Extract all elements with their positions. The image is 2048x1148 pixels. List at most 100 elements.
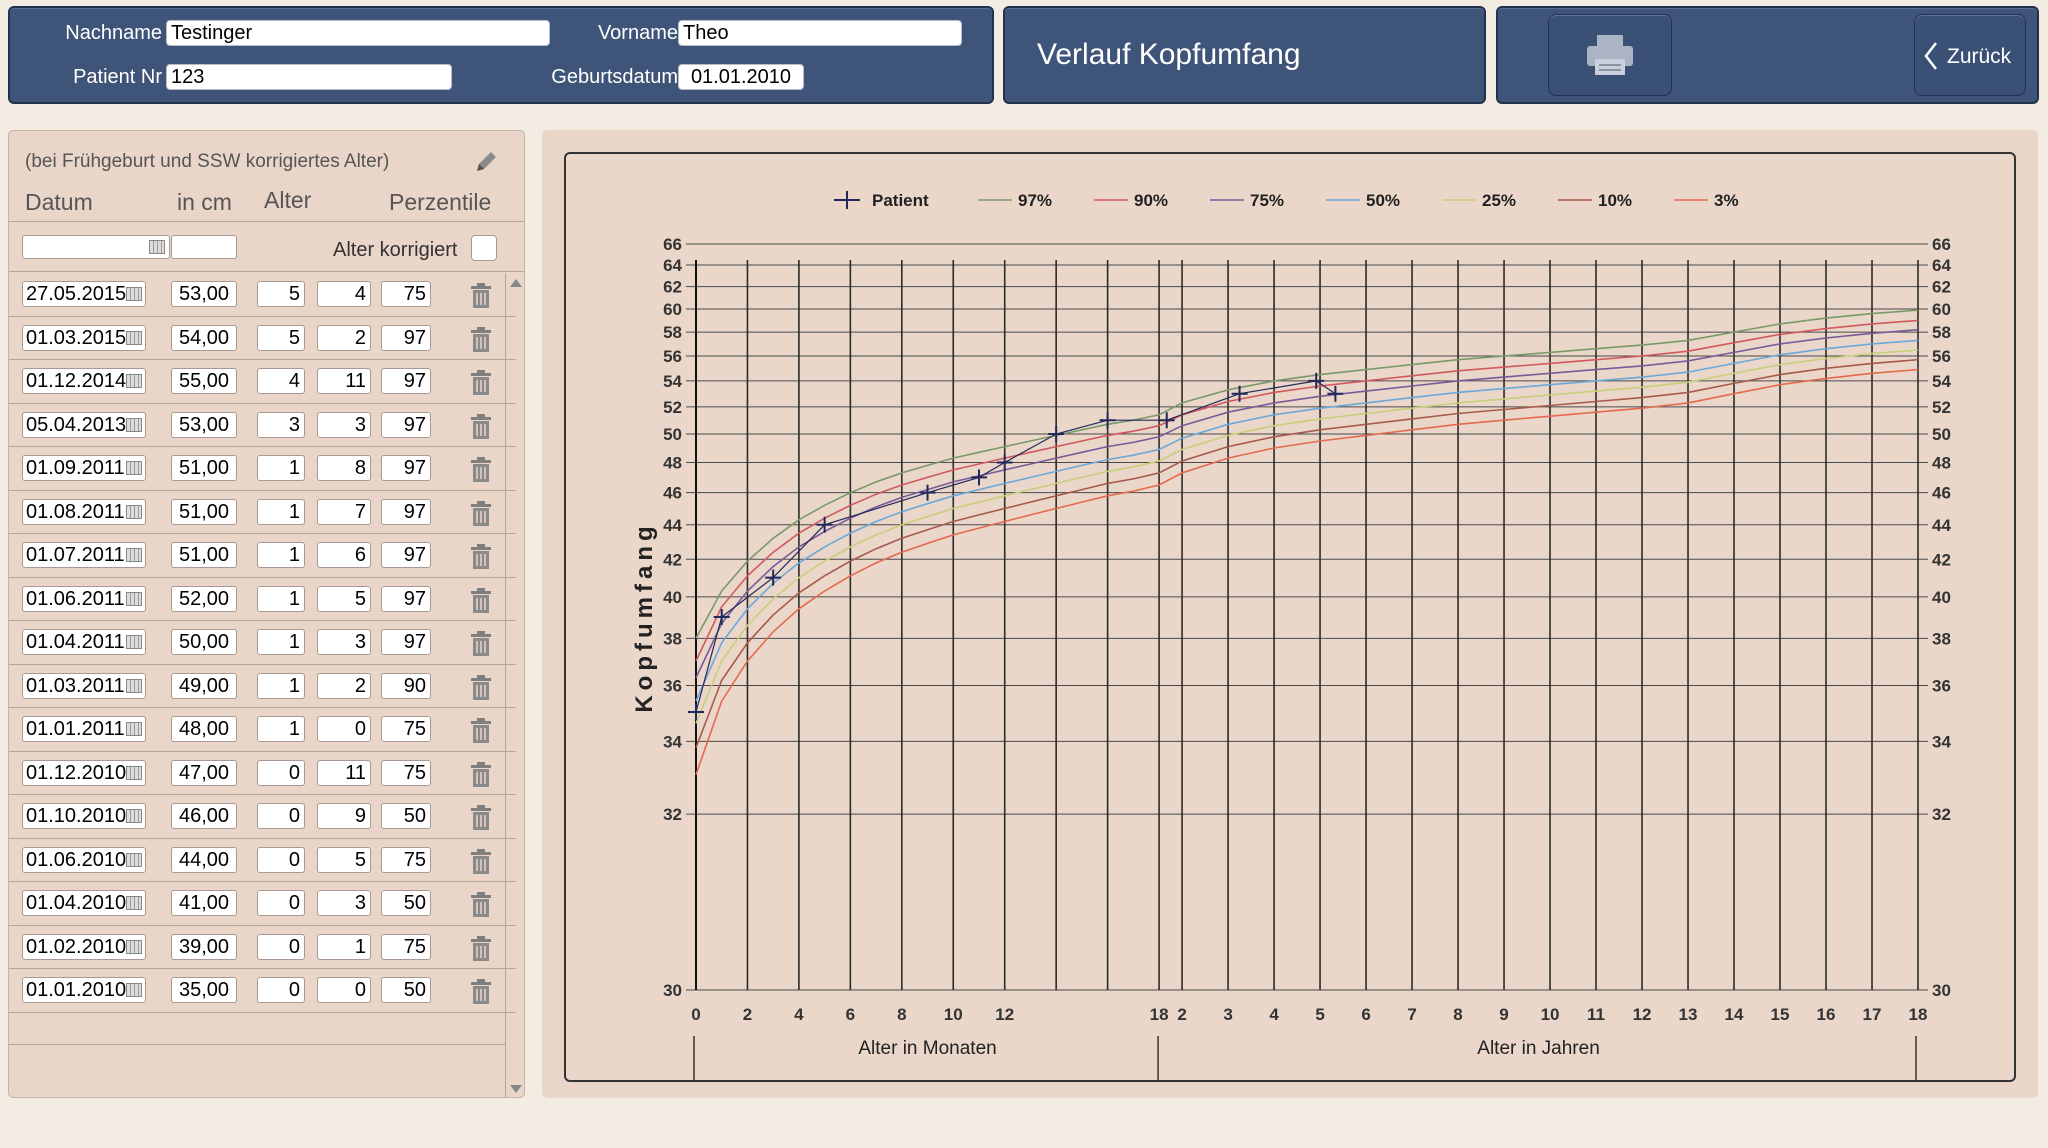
geburtsdatum-field[interactable]: 01.01.2010 [678,64,804,90]
row-cm-field[interactable]: 51,00 [171,498,237,525]
calendar-icon[interactable] [126,461,142,475]
scroll-up-arrow-icon[interactable] [510,279,522,287]
row-cm-field[interactable]: 47,00 [171,759,237,786]
nachname-field[interactable]: Testinger [166,20,550,46]
list-scrollbar[interactable] [505,273,524,1097]
table-row[interactable]: 01.09.2011 51,00 1 8 97 [9,447,516,491]
patient-nr-field[interactable]: 123 [166,64,452,90]
table-row[interactable]: 01.08.2011 51,00 1 7 97 [9,491,516,534]
trash-icon[interactable] [469,326,493,353]
alter-korrigiert-checkbox[interactable] [471,235,497,261]
row-cm-field[interactable]: 55,00 [171,368,237,394]
trash-icon[interactable] [469,587,493,614]
row-date-field[interactable]: 01.10.2010 [22,803,146,829]
table-row[interactable]: 01.10.2010 46,00 0 9 50 [9,795,516,839]
trash-icon[interactable] [469,283,493,309]
calendar-icon[interactable] [126,635,142,649]
calendar-icon[interactable] [126,939,142,954]
back-button[interactable]: Zurück [1914,14,2026,96]
table-row[interactable]: 01.12.2010 47,00 0 11 75 [9,752,516,795]
calendar-icon[interactable] [149,240,165,254]
row-cm-field[interactable]: 41,00 [171,890,237,916]
row-cm-field[interactable]: 44,00 [171,846,237,873]
new-cm-input[interactable] [171,235,237,259]
row-date-field[interactable]: 01.09.2011 [22,455,146,481]
trash-icon[interactable] [469,718,493,744]
calendar-icon[interactable] [126,809,142,823]
calendar-icon[interactable] [126,287,142,301]
table-row[interactable]: 01.06.2010 44,00 0 5 75 [9,839,516,882]
calendar-icon[interactable] [126,591,142,606]
table-row[interactable]: 01.02.2010 39,00 0 1 75 [9,926,516,969]
row-cm-field[interactable]: 48,00 [171,716,237,742]
row-date-field[interactable]: 01.03.2011 [22,672,146,699]
trash-icon[interactable] [469,457,493,483]
row-cm-field[interactable]: 51,00 [171,542,237,568]
row-date-field[interactable]: 01.02.2010 [22,933,146,960]
trash-icon[interactable] [469,500,493,527]
calendar-icon[interactable] [126,504,142,519]
print-button[interactable] [1548,14,1672,96]
new-date-input[interactable] [22,235,170,259]
row-date-field[interactable]: 01.08.2011 [22,498,146,525]
trash-icon[interactable] [469,544,493,570]
row-cm-field[interactable]: 35,00 [171,977,237,1003]
table-row[interactable]: 01.06.2011 52,00 1 5 97 [9,578,516,621]
table-row[interactable]: 05.04.2013 53,00 3 3 97 [9,404,516,447]
calendar-icon[interactable] [126,417,142,432]
row-cm-field[interactable]: 52,00 [171,585,237,612]
calendar-icon[interactable] [126,374,142,388]
calendar-icon[interactable] [126,548,142,562]
row-cm-field[interactable]: 46,00 [171,803,237,829]
row-date-field[interactable]: 01.04.2011 [22,629,146,655]
trash-icon[interactable] [469,370,493,396]
table-row[interactable]: 01.07.2011 51,00 1 6 97 [9,534,516,578]
table-row[interactable]: 01.04.2011 50,00 1 3 97 [9,621,516,665]
row-date-field[interactable]: 01.06.2010 [22,846,146,873]
row-cm-field[interactable]: 53,00 [171,411,237,438]
calendar-icon[interactable] [126,852,142,867]
calendar-icon[interactable] [126,678,142,693]
trash-icon[interactable] [469,979,493,1005]
calendar-icon[interactable] [126,722,142,736]
table-row[interactable]: 01.01.2010 35,00 0 0 50 [9,969,516,1013]
row-cm-field[interactable]: 49,00 [171,672,237,699]
row-cm-field[interactable]: 53,00 [171,281,237,307]
pencil-icon[interactable] [471,147,501,177]
row-date-field[interactable]: 01.06.2011 [22,585,146,612]
calendar-icon[interactable] [126,330,142,345]
row-date-field[interactable]: 01.07.2011 [22,542,146,568]
table-row[interactable]: 01.03.2011 49,00 1 2 90 [9,665,516,708]
row-date-field[interactable]: 01.12.2010 [22,759,146,786]
trash-icon[interactable] [469,805,493,831]
vorname-field[interactable]: Theo [678,20,962,46]
row-date-field[interactable]: 01.12.2014 [22,368,146,394]
trash-icon[interactable] [469,413,493,440]
calendar-icon[interactable] [126,983,142,997]
trash-icon[interactable] [469,761,493,788]
calendar-icon[interactable] [126,896,142,910]
trash-icon[interactable] [469,892,493,918]
table-row[interactable]: 01.04.2010 41,00 0 3 50 [9,882,516,926]
row-date-field[interactable]: 01.01.2010 [22,977,146,1003]
row-date-field[interactable]: 01.04.2010 [22,890,146,916]
row-date-field[interactable]: 01.03.2015 [22,324,146,351]
row-date-field[interactable]: 27.05.2015 [22,281,146,307]
table-row[interactable]: 27.05.2015 53,00 5 4 75 [9,273,516,317]
table-row[interactable]: 01.03.2015 54,00 5 2 97 [9,317,516,360]
trash-icon[interactable] [469,848,493,875]
row-cm-field[interactable]: 51,00 [171,455,237,481]
row-cm-field[interactable]: 54,00 [171,324,237,351]
row-cm-field[interactable]: 50,00 [171,629,237,655]
trash-icon[interactable] [469,674,493,701]
row-date-field[interactable]: 05.04.2013 [22,411,146,438]
trash-icon[interactable] [469,935,493,962]
row-date-field[interactable]: 01.01.2011 [22,716,146,742]
table-row[interactable]: 01.01.2011 48,00 1 0 75 [9,708,516,752]
table-row[interactable]: 01.12.2014 55,00 4 11 97 [9,360,516,404]
row-cm-field[interactable]: 39,00 [171,933,237,960]
trash-icon[interactable] [469,631,493,657]
calendar-icon[interactable] [126,765,142,780]
scroll-down-arrow-icon[interactable] [510,1085,522,1093]
x-month-tick-label: 12 [995,1005,1014,1024]
